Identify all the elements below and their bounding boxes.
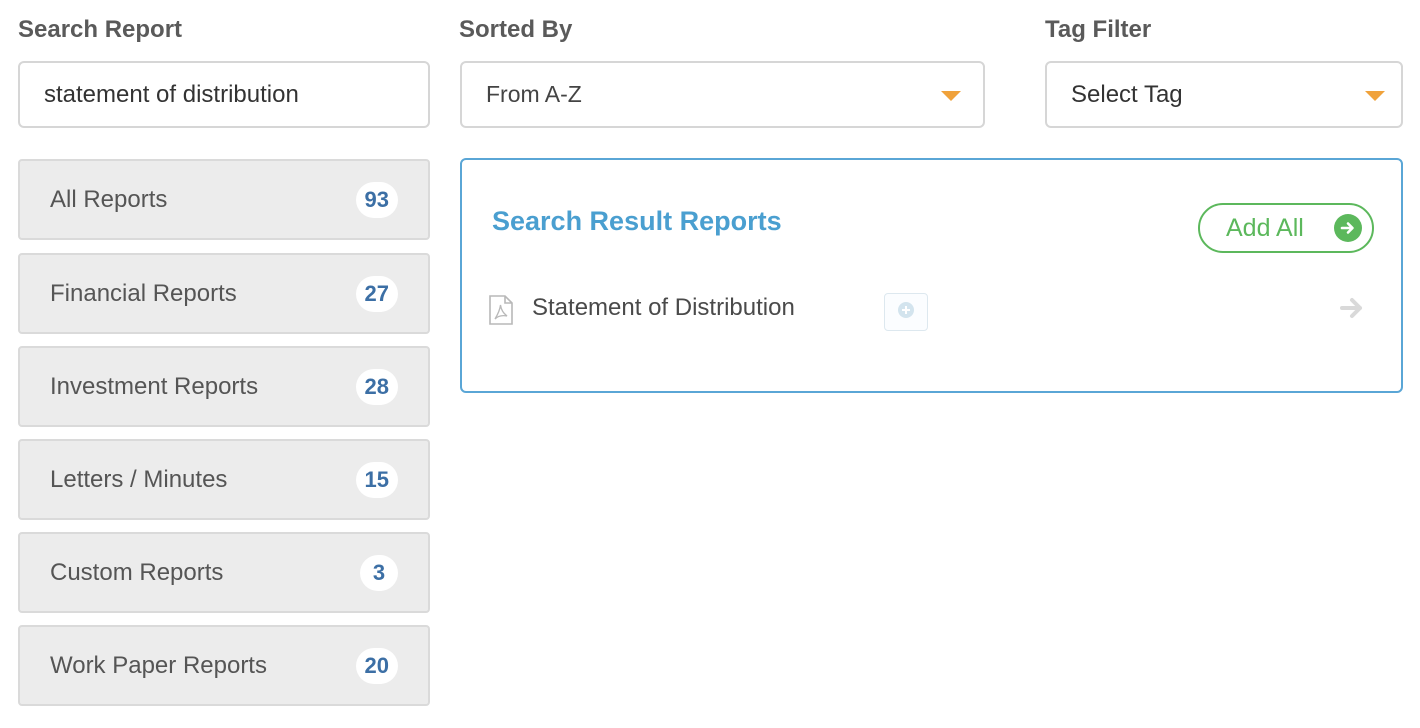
- sort-selected-value: From A-Z: [486, 81, 582, 107]
- count-badge: 15: [355, 461, 398, 498]
- plus-circle-icon: [897, 301, 915, 324]
- arrow-right-icon[interactable]: [1338, 294, 1366, 327]
- category-label: Work Paper Reports: [50, 651, 267, 679]
- category-financial-reports[interactable]: Financial Reports 27: [18, 253, 430, 334]
- search-field: [18, 61, 430, 128]
- category-label: Custom Reports: [50, 558, 224, 586]
- count-badge: 3: [360, 554, 398, 591]
- category-work-paper-reports[interactable]: Work Paper Reports 20: [18, 625, 430, 706]
- chevron-down-icon: [941, 91, 961, 101]
- category-label: Financial Reports: [50, 279, 237, 307]
- category-label: All Reports: [50, 185, 168, 213]
- panel-title: Search Result Reports: [492, 206, 782, 236]
- pdf-file-icon: [488, 295, 514, 330]
- tag-filter-label: Tag Filter: [1045, 16, 1152, 43]
- search-input[interactable]: [20, 63, 428, 126]
- sort-select[interactable]: From A-Z: [460, 61, 985, 128]
- category-label: Investment Reports: [50, 372, 259, 400]
- result-item-name[interactable]: Statement of Distribution: [532, 294, 795, 322]
- add-all-label: Add All: [1226, 213, 1304, 242]
- add-all-button[interactable]: Add All: [1198, 203, 1374, 253]
- search-report-label: Search Report: [18, 16, 183, 43]
- chevron-down-icon: [1365, 91, 1385, 101]
- category-custom-reports[interactable]: Custom Reports 3: [18, 532, 430, 613]
- category-investment-reports[interactable]: Investment Reports 28: [18, 346, 430, 427]
- category-letters-minutes[interactable]: Letters / Minutes 15: [18, 439, 430, 520]
- arrow-right-circle-icon: [1334, 214, 1362, 242]
- search-results-panel: Search Result Reports Add All Statement …: [460, 158, 1403, 393]
- count-badge: 27: [355, 275, 398, 312]
- tag-filter-select[interactable]: Select Tag: [1045, 61, 1403, 128]
- sorted-by-label: Sorted By: [459, 16, 573, 43]
- count-badge: 20: [355, 647, 398, 684]
- report-browser: Search Report Sorted By Tag Filter From …: [0, 0, 1420, 728]
- count-badge: 93: [355, 181, 398, 218]
- tag-filter-selected-value: Select Tag: [1071, 80, 1183, 108]
- add-report-button[interactable]: [884, 293, 928, 331]
- category-label: Letters / Minutes: [50, 465, 228, 493]
- result-item: Statement of Distribution: [488, 290, 1378, 340]
- category-all-reports[interactable]: All Reports 93: [18, 159, 430, 240]
- count-badge: 28: [355, 368, 398, 405]
